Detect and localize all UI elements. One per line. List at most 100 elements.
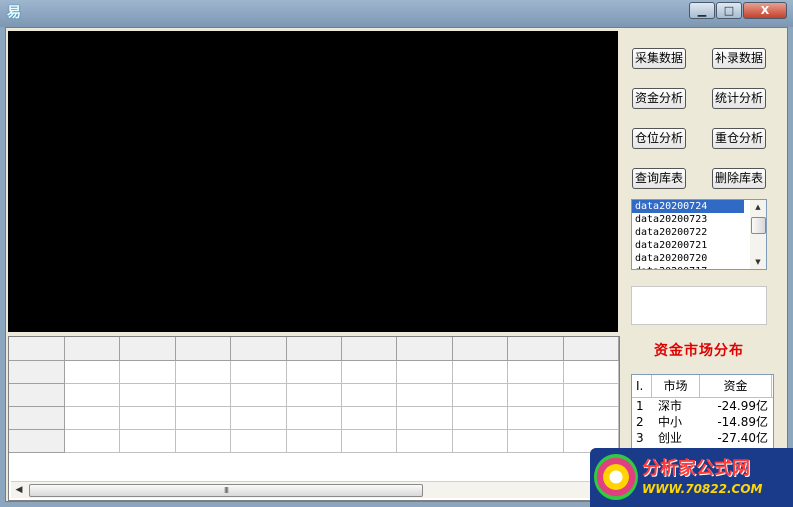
grid-row-header[interactable] bbox=[9, 383, 65, 407]
grid-header-cell[interactable] bbox=[119, 337, 176, 361]
supplement-data-button[interactable]: 补录数据 bbox=[712, 48, 766, 69]
grid-cell[interactable] bbox=[175, 383, 232, 407]
distribution-title: 资金市场分布 bbox=[654, 343, 744, 359]
grid-corner-cell bbox=[9, 337, 65, 361]
grid-cell[interactable] bbox=[452, 360, 509, 384]
column-header-market[interactable]: 市场 bbox=[652, 375, 700, 397]
scroll-up-icon[interactable]: ▲ bbox=[750, 200, 766, 214]
grid-cell[interactable] bbox=[396, 360, 453, 384]
grid-cell[interactable] bbox=[119, 360, 176, 384]
title-bar: 易 ▁ □ X bbox=[0, 0, 793, 27]
table-row[interactable]: 2 中小 -14.89亿 bbox=[632, 414, 773, 430]
column-header-index[interactable]: I. bbox=[632, 375, 652, 397]
grid-cell[interactable] bbox=[341, 360, 398, 384]
grid-cell[interactable] bbox=[286, 360, 342, 384]
table-row[interactable]: 3 创业 -27.40亿 bbox=[632, 430, 773, 446]
info-textbox[interactable] bbox=[631, 286, 767, 325]
grid-header-cell[interactable] bbox=[452, 337, 509, 361]
grid-cell[interactable] bbox=[452, 429, 509, 453]
table-listbox[interactable]: data20200724 data20200723 data20200722 d… bbox=[631, 199, 767, 270]
table-row[interactable] bbox=[9, 406, 619, 430]
grid-cell[interactable] bbox=[175, 429, 232, 453]
grid-cell[interactable] bbox=[230, 360, 287, 384]
grid-cell[interactable] bbox=[507, 429, 564, 453]
grid-row-header[interactable] bbox=[9, 406, 65, 430]
row-market: 深市 bbox=[658, 399, 683, 413]
grid-cell[interactable] bbox=[64, 383, 121, 407]
grid-cell[interactable] bbox=[563, 406, 619, 430]
fund-analysis-button[interactable]: 资金分析 bbox=[632, 88, 686, 109]
grid-cell[interactable] bbox=[175, 360, 232, 384]
grid-header-cell[interactable] bbox=[230, 337, 287, 361]
scroll-down-icon[interactable]: ▼ bbox=[750, 255, 766, 269]
scroll-left-icon[interactable]: ◀ bbox=[13, 484, 25, 496]
grid-cell[interactable] bbox=[452, 406, 509, 430]
grid-cell[interactable] bbox=[563, 383, 619, 407]
grid-cell[interactable] bbox=[396, 406, 453, 430]
delete-tables-button[interactable]: 删除库表 bbox=[712, 168, 766, 189]
row-fund: -27.40亿 bbox=[717, 431, 768, 445]
grid-cell[interactable] bbox=[396, 429, 453, 453]
list-item[interactable]: data20200721 bbox=[632, 239, 744, 252]
grid-cell[interactable] bbox=[230, 429, 287, 453]
grid-cell[interactable] bbox=[64, 406, 121, 430]
grid-cell[interactable] bbox=[563, 360, 619, 384]
grid-cell[interactable] bbox=[64, 360, 121, 384]
data-grid-table bbox=[9, 337, 619, 453]
grid-row-header[interactable] bbox=[9, 429, 65, 453]
query-tables-button[interactable]: 查询库表 bbox=[632, 168, 686, 189]
grid-header-cell[interactable] bbox=[396, 337, 453, 361]
grid-header-cell[interactable] bbox=[507, 337, 564, 361]
main-client-area: ◀ III ▶ 采集数据 补录数据 资金分析 统计分析 仓位分析 重仓分析 查询… bbox=[5, 27, 788, 502]
stat-analysis-button[interactable]: 统计分析 bbox=[712, 88, 766, 109]
grid-header-cell[interactable] bbox=[64, 337, 121, 361]
list-item[interactable]: data20200724 bbox=[632, 200, 744, 213]
grid-cell[interactable] bbox=[452, 383, 509, 407]
table-row[interactable]: 1 深市 -24.99亿 bbox=[632, 398, 773, 414]
grid-cell[interactable] bbox=[341, 383, 398, 407]
scrollbar-thumb[interactable] bbox=[751, 217, 766, 234]
maximize-button[interactable]: □ bbox=[716, 2, 742, 19]
grid-cell[interactable] bbox=[230, 406, 287, 430]
grid-cell[interactable] bbox=[64, 429, 121, 453]
grid-cell[interactable] bbox=[286, 429, 342, 453]
heavy-position-analysis-button[interactable]: 重仓分析 bbox=[712, 128, 766, 149]
list-item[interactable]: data20200723 bbox=[632, 213, 744, 226]
row-index: 2 bbox=[636, 415, 644, 429]
grid-cell[interactable] bbox=[341, 406, 398, 430]
column-header-fund[interactable]: 资金 bbox=[700, 375, 772, 397]
horizontal-scrollbar[interactable]: ◀ III ▶ bbox=[11, 481, 617, 498]
table-row[interactable] bbox=[9, 360, 619, 384]
grid-cell[interactable] bbox=[396, 383, 453, 407]
grid-cell[interactable] bbox=[507, 383, 564, 407]
collect-data-button[interactable]: 采集数据 bbox=[632, 48, 686, 69]
grid-cell[interactable] bbox=[341, 429, 398, 453]
window-controls: ▁ □ X bbox=[688, 2, 787, 20]
grid-cell[interactable] bbox=[119, 406, 176, 430]
grid-cell[interactable] bbox=[175, 406, 232, 430]
minimize-button[interactable]: ▁ bbox=[689, 2, 715, 19]
close-button[interactable]: X bbox=[743, 2, 787, 19]
grid-header-cell[interactable] bbox=[563, 337, 619, 361]
grid-header-cell[interactable] bbox=[286, 337, 342, 361]
grid-header-cell[interactable] bbox=[175, 337, 232, 361]
table-row[interactable] bbox=[9, 383, 619, 407]
list-item[interactable]: data20200720 bbox=[632, 252, 744, 265]
grid-row-header[interactable] bbox=[9, 360, 65, 384]
grid-cell[interactable] bbox=[119, 383, 176, 407]
grid-cell[interactable] bbox=[507, 406, 564, 430]
grid-cell[interactable] bbox=[119, 429, 176, 453]
grid-header-cell[interactable] bbox=[341, 337, 398, 361]
vertical-scrollbar[interactable]: ▲ ▼ bbox=[750, 200, 766, 269]
watermark-overlay: 分析家公式网 WWW.70822.COM bbox=[590, 448, 793, 507]
list-item[interactable]: data20200717 bbox=[632, 265, 744, 269]
table-row[interactable] bbox=[9, 429, 619, 453]
scrollbar-thumb[interactable]: III bbox=[29, 484, 423, 497]
grid-cell[interactable] bbox=[286, 406, 342, 430]
grid-cell[interactable] bbox=[286, 383, 342, 407]
grid-cell[interactable] bbox=[507, 360, 564, 384]
position-analysis-button[interactable]: 仓位分析 bbox=[632, 128, 686, 149]
grid-cell[interactable] bbox=[230, 383, 287, 407]
list-item[interactable]: data20200722 bbox=[632, 226, 744, 239]
data-grid[interactable]: ◀ III ▶ bbox=[8, 336, 620, 501]
